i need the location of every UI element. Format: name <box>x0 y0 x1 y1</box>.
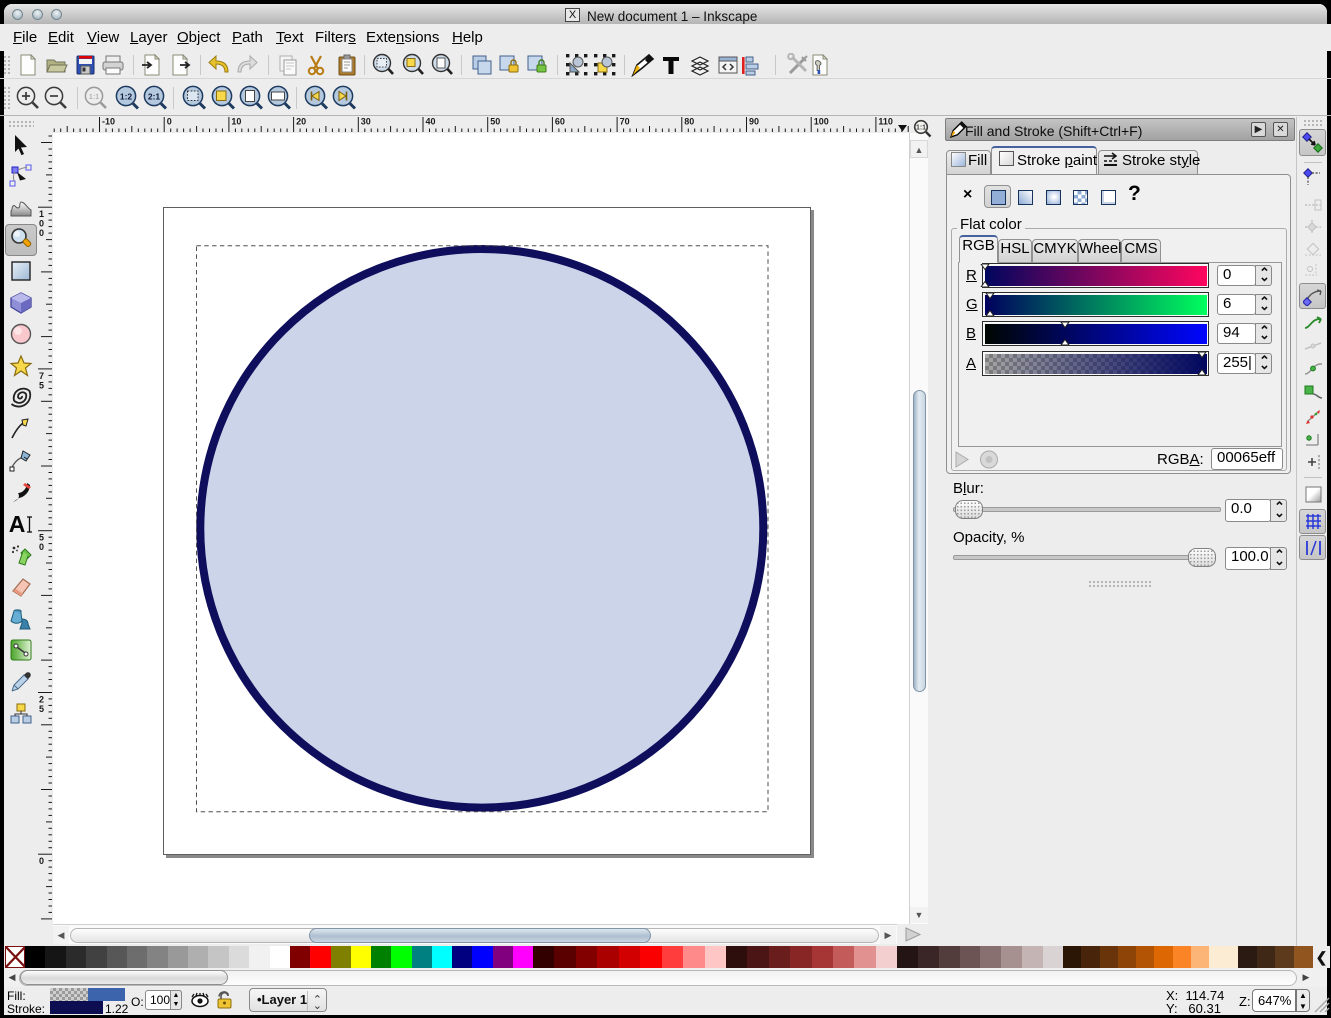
svg-text:90: 90 <box>749 117 759 127</box>
svg-text:1:1: 1:1 <box>916 125 926 132</box>
svg-text:1: 1 <box>39 209 44 219</box>
svg-text:7: 7 <box>39 371 44 381</box>
svg-text:50: 50 <box>490 117 500 127</box>
svg-text:40: 40 <box>426 117 436 127</box>
svg-text:20: 20 <box>296 117 306 127</box>
svg-text:1:2: 1:2 <box>120 92 133 102</box>
svg-text:0: 0 <box>39 542 44 552</box>
svg-text:30: 30 <box>361 117 371 127</box>
svg-text:A: A <box>9 512 25 536</box>
svg-text:5: 5 <box>39 380 44 390</box>
svg-text:2: 2 <box>39 695 44 705</box>
svg-text:5: 5 <box>39 533 44 543</box>
svg-text:1:1: 1:1 <box>89 92 99 101</box>
svg-text:80: 80 <box>684 117 694 127</box>
svg-text:10: 10 <box>231 117 241 127</box>
svg-text:110: 110 <box>878 117 893 127</box>
svg-text:70: 70 <box>620 117 630 127</box>
svg-text:2:1: 2:1 <box>148 92 161 102</box>
svg-text:5: 5 <box>39 704 44 714</box>
svg-text:0: 0 <box>167 117 172 127</box>
svg-text:0: 0 <box>39 228 44 238</box>
svg-text:100: 100 <box>814 117 829 127</box>
svg-text:0: 0 <box>39 219 44 229</box>
svg-text:-10: -10 <box>102 117 115 127</box>
svg-text:60: 60 <box>555 117 565 127</box>
svg-text:0: 0 <box>39 856 44 866</box>
